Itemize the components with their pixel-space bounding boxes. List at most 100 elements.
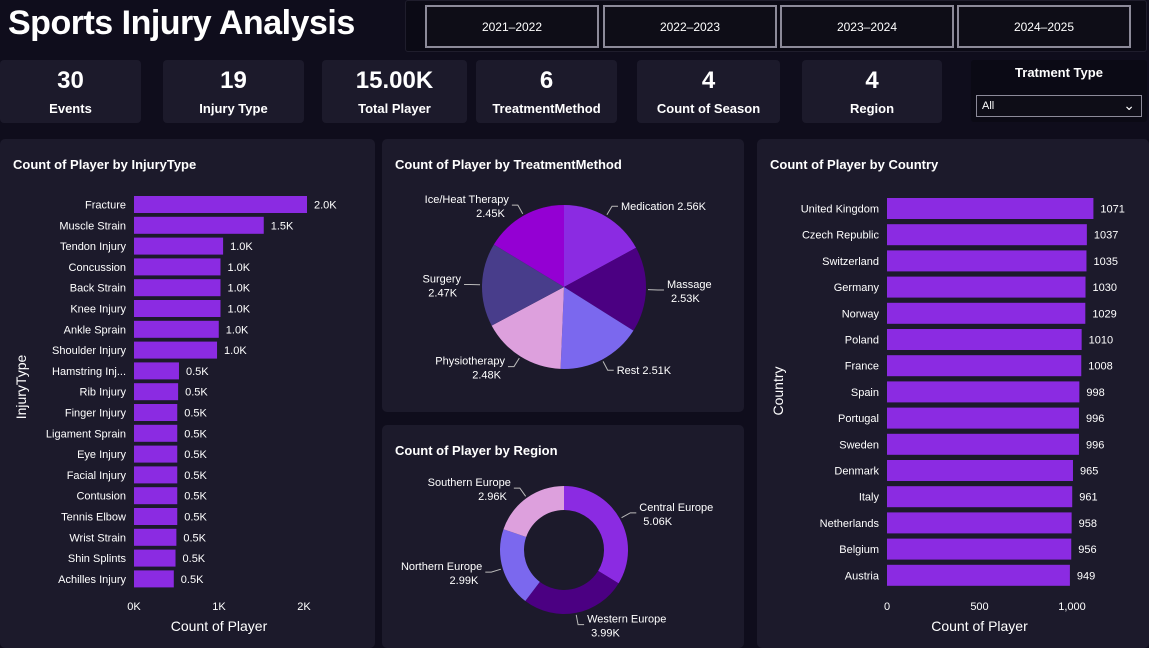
bar[interactable]: [134, 279, 221, 297]
kpi-value: 30: [57, 67, 84, 94]
bar[interactable]: [134, 445, 178, 463]
data-label: 1.0K: [230, 241, 253, 253]
bar[interactable]: [134, 320, 219, 338]
kpi-card-total-player: 15.00K Total Player: [322, 60, 467, 123]
season-slicer: 2021–2022 2022–2023 2023–2024 2024–2025: [405, 0, 1147, 52]
category-label: Ankle Sprain: [64, 324, 126, 336]
bar[interactable]: [887, 276, 1086, 298]
bar[interactable]: [887, 302, 1086, 324]
x-tick-label: 0: [884, 601, 890, 613]
season-button-2021-2022[interactable]: 2021–2022: [425, 5, 599, 48]
leader-line: [507, 357, 520, 368]
data-label: 996: [1086, 413, 1104, 425]
slice-value-label: 2.47K: [428, 287, 457, 299]
bar[interactable]: [134, 216, 264, 234]
injury-type-chart-panel: Count of Player by InjuryType Fracture 2.…: [0, 139, 375, 648]
season-button-2024-2025[interactable]: 2024–2025: [957, 5, 1131, 48]
data-label: 0.5K: [185, 387, 208, 399]
category-label: Sweden: [839, 439, 879, 451]
bar[interactable]: [134, 528, 177, 546]
category-label: Shin Splints: [68, 553, 127, 565]
x-tick-label: 2K: [297, 601, 311, 613]
kpi-value: 19: [220, 67, 247, 94]
data-label: 0.5K: [183, 532, 206, 544]
bar[interactable]: [887, 355, 1082, 377]
category-label: Achilles Injury: [58, 574, 126, 586]
bar[interactable]: [887, 564, 1070, 586]
leader-line: [485, 568, 502, 573]
data-label: 0.5K: [184, 428, 207, 440]
bar[interactable]: [134, 196, 307, 213]
bar[interactable]: [134, 258, 221, 276]
data-label: 1029: [1092, 308, 1116, 320]
bar[interactable]: [134, 404, 178, 421]
bar[interactable]: [887, 407, 1079, 429]
category-label: Contusion: [76, 491, 126, 503]
data-label: 1008: [1088, 361, 1112, 373]
leader-line: [602, 361, 614, 371]
treatment-method-pie-chart: Medication 2.56K Massage 2.53K Rest 2.51K Ph…: [423, 194, 712, 381]
bar[interactable]: [887, 198, 1094, 219]
slice-value-label: 2.45K: [476, 208, 505, 220]
bar[interactable]: [887, 381, 1080, 403]
category-label: United Kingdom: [801, 204, 879, 216]
leader-line: [513, 487, 527, 497]
bar[interactable]: [887, 329, 1082, 350]
season-button-2023-2024[interactable]: 2023–2024: [780, 5, 954, 48]
bar[interactable]: [134, 466, 178, 484]
category-label: Italy: [859, 492, 880, 504]
bar[interactable]: [134, 341, 218, 359]
donut-slice[interactable]: [564, 486, 628, 584]
category-label: Tennis Elbow: [61, 512, 126, 524]
bar[interactable]: [887, 460, 1073, 481]
slice-value-label: 5.06K: [643, 516, 672, 528]
bar[interactable]: [134, 237, 224, 255]
kpi-card-injury-type: 19 Injury Type: [163, 60, 304, 123]
category-label: Belgium: [839, 544, 879, 556]
bar[interactable]: [134, 549, 176, 567]
dropdown-value: All: [982, 100, 995, 112]
bar[interactable]: [134, 300, 221, 317]
slice-category-label: Surgery: [423, 273, 462, 285]
donut-slice[interactable]: [503, 486, 564, 538]
slicer-title: Tratment Type: [1015, 65, 1103, 80]
bar[interactable]: [887, 512, 1072, 534]
slice-category-label: Massage: [667, 279, 712, 291]
season-button-2022-2023[interactable]: 2022–2023: [603, 5, 777, 48]
kpi-label: Total Player: [358, 101, 431, 116]
bar[interactable]: [134, 487, 178, 505]
bar[interactable]: [134, 383, 179, 401]
category-label: Hamstring Inj...: [52, 366, 126, 378]
category-label: Facial Injury: [67, 470, 127, 482]
treatment-type-dropdown[interactable]: All ⌄: [976, 95, 1142, 117]
bar[interactable]: [887, 433, 1079, 455]
bar[interactable]: [134, 362, 179, 380]
slice-category-label: Ice/Heat Therapy: [425, 194, 510, 206]
leader-line: [606, 205, 619, 216]
slice-value-label: 2.96K: [478, 491, 507, 503]
category-label: Rib Injury: [80, 387, 127, 399]
kpi-card-treatment-method: 6 TreatmentMethod: [476, 60, 617, 123]
bar[interactable]: [887, 538, 1072, 560]
category-label: Austria: [845, 570, 880, 582]
y-axis-label: InjuryType: [13, 354, 29, 419]
category-label: Ligament Sprain: [46, 428, 126, 440]
category-label: Shoulder Injury: [52, 345, 126, 357]
category-label: Wrist Strain: [69, 532, 126, 544]
bar[interactable]: [887, 250, 1087, 272]
bar[interactable]: [887, 486, 1073, 508]
data-label: 961: [1079, 492, 1097, 504]
data-label: 0.5K: [184, 470, 207, 482]
chevron-down-icon[interactable]: ⌄: [1123, 97, 1135, 114]
category-label: Switzerland: [822, 256, 879, 268]
donut-slice[interactable]: [525, 570, 619, 614]
category-label: Tendon Injury: [60, 241, 127, 253]
data-label: 1.0K: [228, 283, 251, 295]
data-label: 0.5K: [183, 553, 206, 565]
slice-label: Medication 2.56K: [621, 201, 707, 213]
leader-line: [511, 204, 524, 215]
bar[interactable]: [134, 424, 178, 442]
bar[interactable]: [134, 508, 178, 525]
bar[interactable]: [134, 570, 174, 588]
bar[interactable]: [887, 224, 1087, 246]
